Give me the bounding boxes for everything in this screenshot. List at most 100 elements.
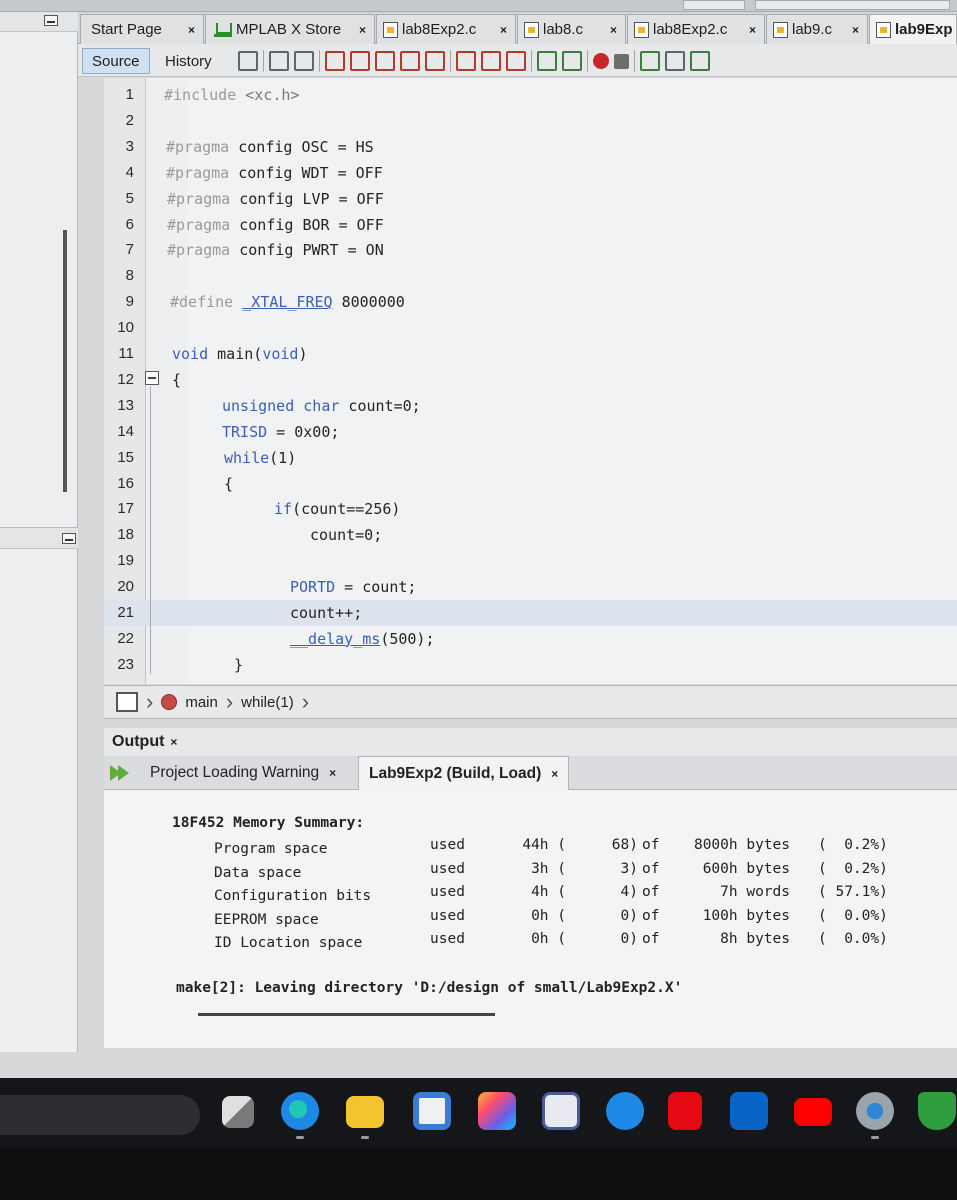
comment-icon[interactable] — [640, 51, 660, 71]
chevron-right-icon[interactable]: › — [226, 691, 233, 713]
code-editor[interactable]: 1 #include <xc.h> 2 3 #pragma config OSC = H… — [104, 78, 957, 684]
taskbar-search[interactable] — [0, 1095, 200, 1135]
code-line[interactable]: 12 { — [104, 367, 957, 393]
settings-icon[interactable] — [856, 1092, 894, 1130]
output-horizontal-scrollbar[interactable] — [198, 1013, 495, 1016]
code-line[interactable]: 19 — [104, 548, 957, 574]
file-icon[interactable] — [116, 692, 138, 712]
close-icon[interactable]: × — [359, 23, 374, 37]
tab-lab8exp2-c-2[interactable]: lab8Exp2.c × — [627, 14, 765, 44]
code-line[interactable]: 18 count=0; — [104, 522, 957, 548]
code-line[interactable]: 14 TRISD = 0x00; — [104, 419, 957, 445]
code-line[interactable]: 2 — [104, 108, 957, 134]
tab-label: Project Loading Warning — [150, 764, 320, 781]
back-icon[interactable] — [269, 51, 289, 71]
tab-lab9exp2-build[interactable]: Lab9Exp2 (Build, Load) × — [358, 756, 570, 790]
previous-bookmark-icon[interactable] — [456, 51, 476, 71]
code-line[interactable]: 17 if(count==256) — [104, 496, 957, 522]
minimize-icon[interactable] — [44, 15, 58, 26]
stop-macro-icon[interactable] — [614, 53, 629, 69]
close-icon[interactable]: × — [551, 767, 558, 781]
breadcrumb-loop[interactable]: while(1) — [241, 694, 294, 711]
edge-icon[interactable] — [281, 1092, 319, 1130]
close-icon[interactable]: × — [188, 23, 203, 37]
find-next-icon[interactable] — [375, 51, 395, 71]
code-line[interactable]: 3 #pragma config OSC = HS — [104, 134, 957, 160]
tab-lab9-c[interactable]: lab9.c × — [766, 14, 868, 44]
chat-app-icon[interactable] — [606, 1092, 644, 1130]
copilot-icon[interactable] — [478, 1092, 516, 1130]
memory-hex: 0h ( — [531, 907, 566, 924]
output-title[interactable]: Output — [112, 733, 164, 751]
next-bookmark-icon[interactable] — [481, 51, 501, 71]
top-field-1[interactable] — [683, 0, 745, 10]
minimize-icon[interactable] — [62, 533, 76, 544]
security-shield-icon[interactable] — [918, 1092, 956, 1130]
diff-icon[interactable] — [690, 51, 710, 71]
code-line[interactable]: 22 __delay_ms(500); — [104, 626, 957, 652]
close-icon[interactable]: × — [329, 766, 336, 780]
shift-left-icon[interactable] — [537, 51, 557, 71]
toggle-bookmark-icon[interactable] — [506, 51, 526, 71]
code-line[interactable]: 15 while(1) — [104, 445, 957, 471]
history-button[interactable]: History — [156, 48, 221, 74]
code-line[interactable]: 11 void main(void) — [104, 341, 957, 367]
toggle-highlight-icon[interactable] — [400, 51, 420, 71]
outlook-icon[interactable] — [730, 1092, 768, 1130]
last-edit-icon[interactable] — [238, 51, 258, 71]
find-previous-icon[interactable] — [350, 51, 370, 71]
close-icon[interactable]: × — [170, 735, 177, 749]
code-line[interactable]: 4 #pragma config WDT = OFF — [104, 160, 957, 186]
breadcrumb-function[interactable]: main — [185, 694, 218, 711]
code-line[interactable]: 6 #pragma config BOR = OFF — [104, 212, 957, 238]
code-line[interactable]: 21 count++; — [104, 600, 957, 626]
code-line[interactable]: 10 — [104, 315, 957, 341]
memory-used: used — [430, 860, 465, 877]
code-line[interactable]: 16 { — [104, 471, 957, 497]
tab-lab9exp-active[interactable]: lab9Exp — [869, 14, 957, 44]
chevron-right-icon[interactable]: › — [302, 691, 309, 713]
app-mi-icon[interactable] — [542, 1092, 580, 1130]
tab-lab8-c[interactable]: lab8.c × — [517, 14, 626, 44]
shift-right-icon[interactable] — [562, 51, 582, 71]
microsoft-store-icon[interactable] — [413, 1092, 451, 1130]
forward-icon[interactable] — [294, 51, 314, 71]
top-field-2[interactable] — [755, 0, 950, 10]
file-explorer-icon[interactable] — [346, 1096, 384, 1128]
tab-label: lab8.c — [543, 21, 584, 38]
task-view-icon[interactable] — [222, 1096, 254, 1128]
toggle-selection-icon[interactable] — [425, 51, 445, 71]
close-icon[interactable]: × — [749, 23, 764, 37]
tab-project-loading-warning[interactable]: Project Loading Warning × — [150, 756, 336, 790]
code-line[interactable]: 9 #define _XTAL_FREQ 8000000 — [104, 289, 957, 315]
code-line[interactable]: 8 — [104, 263, 957, 289]
tab-lab8exp2-c[interactable]: lab8Exp2.c × — [376, 14, 516, 44]
code-line[interactable]: 13 unsigned char count=0; — [104, 393, 957, 419]
close-icon[interactable]: × — [852, 23, 867, 37]
close-icon[interactable]: × — [610, 23, 625, 37]
toolbar-separator — [531, 50, 532, 72]
output-console[interactable]: 18F452 Memory Summary: Program space used… — [104, 790, 957, 1048]
youtube-icon[interactable] — [794, 1098, 832, 1126]
code-line[interactable]: 5 #pragma config LVP = OFF — [104, 186, 957, 212]
left-panel-scrollbar[interactable] — [63, 230, 67, 492]
code-line[interactable]: 20 PORTD = count; — [104, 574, 957, 600]
close-icon[interactable]: × — [500, 23, 515, 37]
source-button[interactable]: Source — [82, 48, 150, 74]
find-icon[interactable] — [325, 51, 345, 71]
code-line[interactable]: 23} — [104, 652, 957, 678]
uncomment-icon[interactable] — [665, 51, 685, 71]
fold-collapse-icon[interactable] — [145, 371, 159, 385]
record-macro-icon[interactable] — [593, 53, 609, 69]
code-line[interactable]: 1 #include <xc.h> — [104, 82, 957, 108]
line-number: 14 — [117, 422, 134, 440]
chevron-right-icon[interactable]: › — [146, 691, 153, 713]
code-text: if(count==256) — [274, 500, 401, 519]
tab-start-page[interactable]: Start Page × — [80, 14, 204, 44]
code-text: void main(void) — [172, 345, 308, 363]
code-line[interactable]: 7 #pragma config PWRT = ON — [104, 237, 957, 263]
memory-of: of — [642, 837, 660, 853]
rerun-icon[interactable] — [118, 765, 129, 781]
netflix-icon[interactable] — [668, 1092, 702, 1130]
tab-mplab-store[interactable]: MPLAB X Store × — [205, 14, 375, 44]
